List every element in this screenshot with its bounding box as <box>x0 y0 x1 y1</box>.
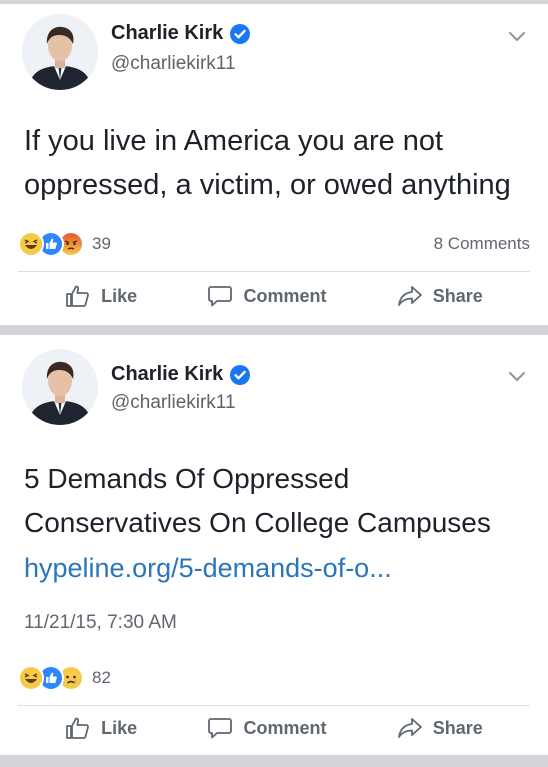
author-name-text[interactable]: Charlie Kirk <box>111 363 223 386</box>
like-button-label: Like <box>101 717 138 738</box>
comment-button[interactable]: Comment <box>207 284 326 308</box>
link-preview-url[interactable]: hypeline.org/5-demands-of-o... <box>24 553 392 584</box>
haha-icon <box>18 665 44 691</box>
chevron-down-icon[interactable] <box>508 31 526 43</box>
post-actions: Like Comment Share <box>0 284 548 308</box>
share-button[interactable]: Share <box>397 716 483 740</box>
author-name[interactable]: Charlie Kirk <box>111 363 251 386</box>
comment-icon <box>208 718 233 739</box>
post-text: If you live in America you are not oppre… <box>24 125 511 201</box>
share-icon <box>397 286 422 306</box>
post-actions: Like Comment Share <box>0 716 548 740</box>
reactions-summary[interactable]: 82 <box>18 665 530 691</box>
like-button[interactable]: Like <box>65 284 137 308</box>
avatar[interactable] <box>22 14 98 90</box>
author-name[interactable]: Charlie Kirk <box>111 22 251 45</box>
reactions-summary[interactable]: 39 8 Comments <box>18 231 530 257</box>
share-button-label: Share <box>432 285 483 306</box>
verified-badge-icon <box>230 364 251 385</box>
share-button[interactable]: Share <box>397 284 483 308</box>
chevron-down-icon[interactable] <box>508 371 526 383</box>
reaction-count: 82 <box>92 668 111 687</box>
like-button-label: Like <box>101 285 138 306</box>
comment-icon <box>208 286 233 307</box>
thumbs-up-icon <box>66 717 90 739</box>
like-button[interactable]: Like <box>65 716 137 740</box>
haha-icon <box>18 231 44 257</box>
post-text: 5 Demands Of Oppressed Conservatives On … <box>24 463 491 538</box>
comments-count[interactable]: 8 Comments <box>434 234 530 254</box>
post-timestamp: 11/21/15, 7:30 AM <box>24 612 177 633</box>
divider <box>18 271 530 272</box>
divider <box>18 705 530 706</box>
author-handle[interactable]: @charliekirk11 <box>111 392 236 414</box>
thumbs-up-icon <box>66 285 90 307</box>
reaction-count: 39 <box>92 234 111 253</box>
author-handle[interactable]: @charliekirk11 <box>111 53 236 75</box>
avatar[interactable] <box>22 349 98 425</box>
share-button-label: Share <box>432 717 483 738</box>
avatar-portrait <box>22 14 98 90</box>
author-name-text[interactable]: Charlie Kirk <box>111 22 223 45</box>
share-icon <box>397 718 422 738</box>
comment-button-label: Comment <box>243 717 327 738</box>
comment-button[interactable]: Comment <box>207 716 326 740</box>
avatar-portrait <box>22 349 98 425</box>
post-card: Charlie Kirk @charliekirk11 5 Demands Of… <box>0 335 548 755</box>
comment-button-label: Comment <box>243 285 327 306</box>
post-card: Charlie Kirk @charliekirk11 If you live … <box>0 4 548 325</box>
verified-badge-icon <box>230 23 251 44</box>
